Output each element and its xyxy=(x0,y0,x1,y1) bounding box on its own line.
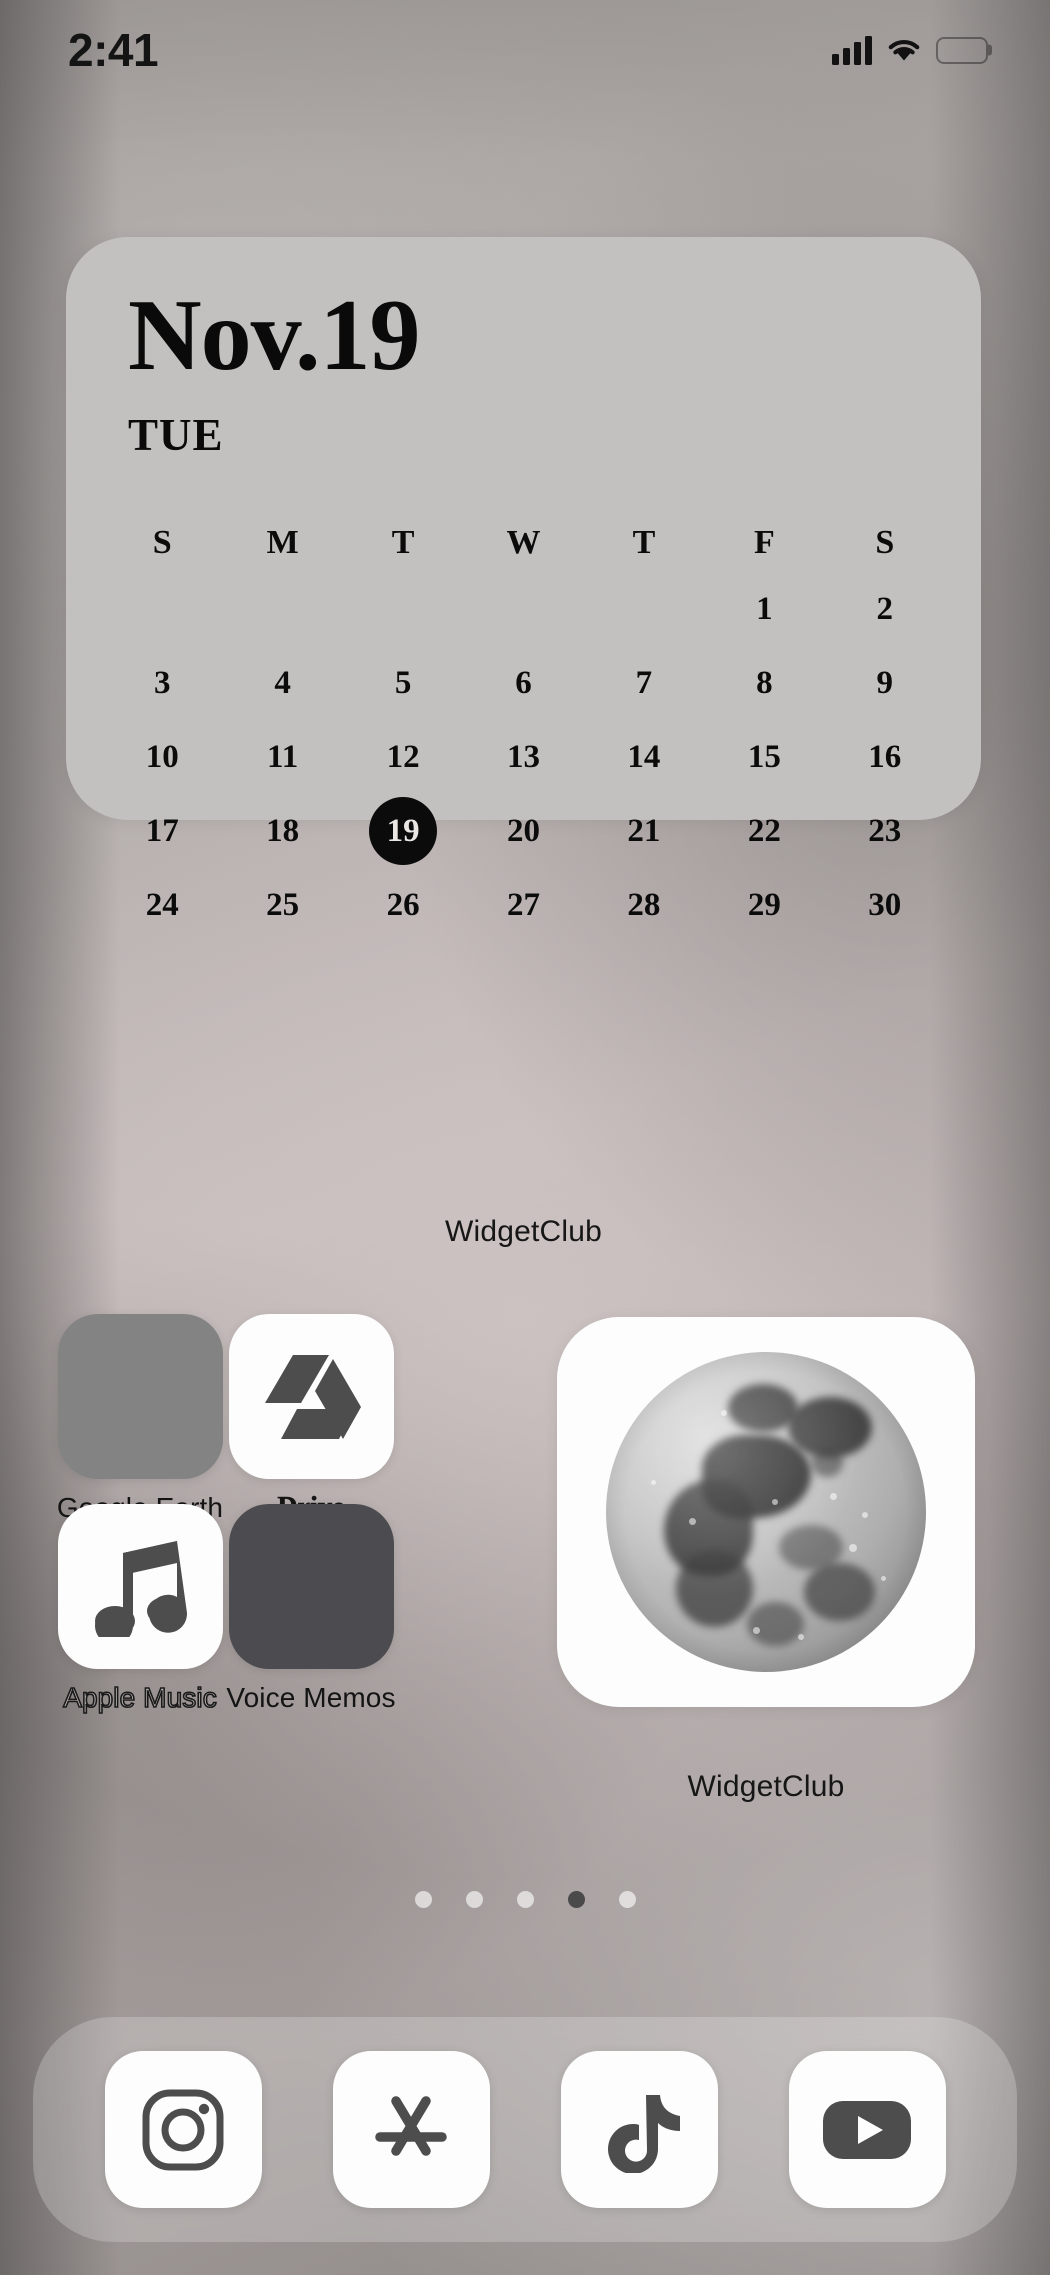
calendar-day-cell: 26 xyxy=(386,886,420,923)
calendar-day-cell: 27 xyxy=(506,886,540,923)
status-bar: 2:41 xyxy=(0,0,1050,100)
calendar-day-cell: 24 xyxy=(145,886,179,923)
calendar-day-cell: 21 xyxy=(627,812,661,849)
battery-full-icon xyxy=(936,36,988,64)
calendar-day-header: W xyxy=(506,524,541,561)
moon-widget-label: WidgetClub xyxy=(687,1770,845,1803)
wifi-icon xyxy=(888,39,920,61)
status-bar-indicators xyxy=(832,35,988,65)
calendar-day-header: S xyxy=(875,524,895,561)
calendar-day-cell: 18 xyxy=(266,812,300,849)
calendar-day-header: S xyxy=(152,524,172,561)
calendar-date-title: Nov.19 xyxy=(128,279,421,392)
google-drive-icon[interactable] xyxy=(228,1314,394,1479)
tiktok-glyph xyxy=(608,2094,680,2173)
calendar-day-header: T xyxy=(632,524,656,561)
cellular-signal-icon xyxy=(832,35,872,65)
google-drive-glyph xyxy=(265,1354,361,1439)
youtube-icon[interactable] xyxy=(788,2051,946,2208)
calendar-day-today: 19 xyxy=(343,794,463,868)
app-label-apple-music: Apple Music xyxy=(62,1681,217,1714)
calendar-day-cell: 5 xyxy=(394,664,412,701)
music-note-glyph xyxy=(95,1540,187,1637)
instagram-glyph xyxy=(142,2089,224,2170)
calendar-day-cell: 25 xyxy=(266,886,300,923)
calendar-day-cell: 29 xyxy=(747,886,781,923)
calendar-day-cell: 3 xyxy=(153,664,171,701)
calendar-empty-cell xyxy=(222,572,342,646)
calendar-day-cell: 22 xyxy=(747,812,781,849)
calendar-widget-label: WidgetClub xyxy=(444,1215,603,1248)
calendar-day-cell: 13 xyxy=(506,738,540,775)
calendar-day-cell: 2 xyxy=(876,590,894,627)
calendar-day-cell: 15 xyxy=(747,738,781,775)
page-indicator-dots[interactable] xyxy=(0,1891,1050,1908)
app-store-glyph xyxy=(375,2095,447,2156)
page-dot[interactable] xyxy=(516,1891,534,1908)
app-store-icon[interactable] xyxy=(332,2051,490,2208)
calendar-day-cell: 12 xyxy=(386,738,420,775)
app-voice-memos[interactable]: Voice Memos xyxy=(218,1504,404,1714)
youtube-glyph xyxy=(823,2100,911,2159)
app-google-earth[interactable]: Google Earth xyxy=(47,1314,233,1524)
calendar-day-cell: 23 xyxy=(868,812,902,849)
app-apple-music[interactable]: Apple Music xyxy=(47,1504,233,1714)
calendar-empty-cell xyxy=(102,572,222,646)
calendar-day-header: M xyxy=(266,524,299,561)
calendar-empty-cell xyxy=(343,572,463,646)
page-dot[interactable] xyxy=(618,1891,636,1908)
tiktok-icon[interactable] xyxy=(560,2051,718,2208)
calendar-day-cell: 7 xyxy=(635,664,653,701)
app-label-voice-memos: Voice Memos xyxy=(226,1682,396,1713)
calendar-day-cell: 20 xyxy=(506,812,540,849)
voice-memos-icon[interactable] xyxy=(228,1504,394,1669)
full-moon-photo xyxy=(606,1352,926,1672)
calendar-day-cell: 9 xyxy=(876,664,894,701)
calendar-day-header: T xyxy=(391,524,415,561)
calendar-day-cell: 10 xyxy=(145,738,179,775)
page-dot-active[interactable] xyxy=(567,1891,585,1908)
app-drive[interactable]: Drive xyxy=(218,1314,404,1524)
calendar-empty-cell xyxy=(463,572,583,646)
calendar-widget[interactable]: Nov.19 TUE S M T W T F S 1 2 3 4 5 6 7 8 9 10 11 12 13 14 15 1… xyxy=(66,237,981,923)
calendar-day-cell: 6 xyxy=(515,664,532,701)
calendar-day-cell: 4 xyxy=(274,664,291,701)
calendar-empty-cell xyxy=(584,572,704,646)
calendar-day-cell: 28 xyxy=(627,886,661,923)
instagram-icon[interactable] xyxy=(104,2051,262,2208)
calendar-day-cell: 30 xyxy=(868,886,902,923)
calendar-day-cell: 17 xyxy=(145,812,179,849)
moon-widget[interactable] xyxy=(557,1317,975,1707)
dock xyxy=(33,2017,1017,2242)
page-dot[interactable] xyxy=(465,1891,483,1908)
apple-music-icon[interactable] xyxy=(57,1504,223,1669)
calendar-month-grid: S M T W T F S 1 2 3 4 5 6 7 8 9 10 11 12 13 14 15 16 17 18 19 20 21… xyxy=(66,514,981,942)
calendar-day-cell: 1 xyxy=(756,590,773,627)
calendar-day-cell: 11 xyxy=(267,738,299,775)
page-dot[interactable] xyxy=(414,1891,432,1908)
calendar-weekday: TUE xyxy=(128,410,224,460)
calendar-day-header: F xyxy=(753,524,775,561)
google-earth-icon[interactable] xyxy=(57,1314,223,1479)
status-bar-clock: 2:41 xyxy=(68,24,159,76)
calendar-day-cell: 14 xyxy=(627,738,661,775)
calendar-day-cell: 8 xyxy=(756,664,773,701)
calendar-day-cell: 16 xyxy=(868,738,902,775)
